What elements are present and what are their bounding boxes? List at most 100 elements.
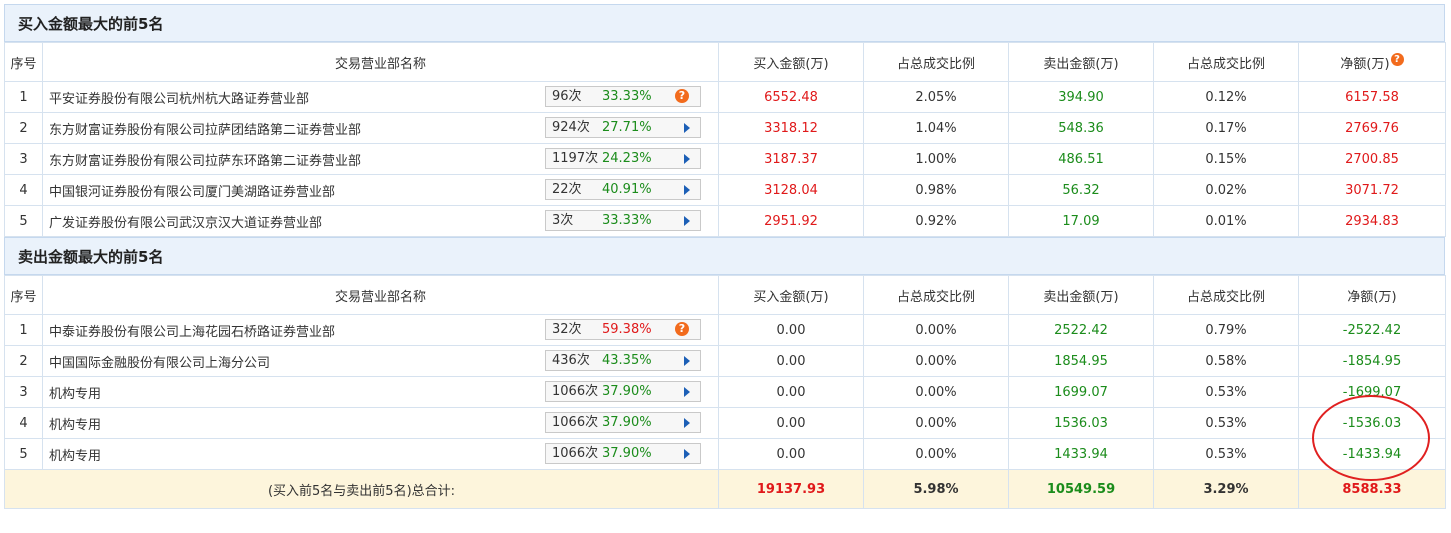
table-row[interactable]: 4 中国银河证券股份有限公司厦门美湖路证券营业部 22次 40.91% 3128.04 0… [4,174,1446,206]
win-rate: 24.23% [602,151,652,166]
play-arrow-icon[interactable] [684,216,690,226]
play-arrow-icon[interactable] [684,418,690,428]
branch-name[interactable]: 机构专用 [49,445,101,464]
branch-name-cell: 中国银河证券股份有限公司厦门美湖路证券营业部 22次 40.91% [42,174,719,206]
branch-stat-box[interactable]: 22次 40.91% [545,179,701,200]
table-row[interactable]: 3 机构专用 1066次 37.90% 0.00 0.00% 1699.07 0.53% -16… [4,376,1446,408]
sell-amount-cell: 548.36 [1008,112,1154,144]
header-buy-ratio: 占总成交比例 [863,42,1009,82]
buy-header-row: 序号 交易营业部名称 买入金额(万) 占总成交比例 卖出金额(万) 占总成交比例… [4,42,1446,82]
buy-ratio-cell: 1.00% [863,143,1009,175]
branch-stat-box[interactable]: 96次 33.33%? [545,86,701,107]
sell-amount-cell: 1699.07 [1008,376,1154,408]
header-sell-ratio: 占总成交比例 [1153,42,1299,82]
play-arrow-icon[interactable] [684,154,690,164]
total-label: (买入前5名与卖出前5名)总合计: [4,469,719,509]
net-amount-cell: -2522.42 [1298,314,1446,346]
rank-cell: 2 [4,112,43,144]
buy-ratio-cell: 0.00% [863,407,1009,439]
table-row[interactable]: 1 平安证券股份有限公司杭州杭大路证券营业部 96次 33.33%? 6552.48 2.… [4,81,1446,113]
branch-name[interactable]: 中泰证券股份有限公司上海花园石桥路证券营业部 [49,321,335,340]
dragon-tiger-board: 买入金额最大的前5名 序号 交易营业部名称 买入金额(万) 占总成交比例 卖出金… [4,4,1446,509]
branch-stat-box[interactable]: 3次 33.33% [545,210,701,231]
play-arrow-icon[interactable] [684,123,690,133]
sell-amount-cell: 486.51 [1008,143,1154,175]
total-net: 8588.33 [1298,469,1446,509]
branch-name[interactable]: 东方财富证券股份有限公司拉萨东环路第二证券营业部 [49,150,361,169]
sell-ratio-cell: 0.79% [1153,314,1299,346]
branch-stat-box[interactable]: 924次 27.71% [545,117,701,138]
branch-name[interactable]: 机构专用 [49,383,101,402]
branch-stat-box[interactable]: 436次 43.35% [545,350,701,371]
question-circle-icon[interactable]: ? [1390,52,1404,66]
table-row[interactable]: 4 机构专用 1066次 37.90% 0.00 0.00% 1536.03 0.53% -15… [4,407,1446,439]
branch-name[interactable]: 东方财富证券股份有限公司拉萨团结路第二证券营业部 [49,119,361,138]
win-rate: 37.90% [602,384,652,399]
win-rate: 43.35% [602,353,652,368]
header-branch-name: 交易营业部名称 [42,275,719,315]
buy-table: 序号 交易营业部名称 买入金额(万) 占总成交比例 卖出金额(万) 占总成交比例… [4,42,1446,237]
branch-name[interactable]: 平安证券股份有限公司杭州杭大路证券营业部 [49,88,309,107]
appearance-count: 22次 [552,182,582,197]
question-circle-icon[interactable]: ? [675,89,689,103]
sell-table: 序号 交易营业部名称 买入金额(万) 占总成交比例 卖出金额(万) 占总成交比例… [4,275,1446,509]
table-row[interactable]: 2 中国国际金融股份有限公司上海分公司 436次 43.35% 0.00 0.00% 185… [4,345,1446,377]
total-row: (买入前5名与卖出前5名)总合计: 19137.93 5.98% 10549.5… [4,469,1446,509]
branch-name[interactable]: 广发证券股份有限公司武汉京汉大道证券营业部 [49,212,322,231]
branch-name-cell: 东方财富证券股份有限公司拉萨东环路第二证券营业部 1197次 24.23% [42,143,719,175]
header-branch-name: 交易营业部名称 [42,42,719,82]
rank-cell: 1 [4,81,43,113]
branch-stat-box[interactable]: 1066次 37.90% [545,381,701,402]
rank-cell: 3 [4,143,43,175]
sell-ratio-cell: 0.12% [1153,81,1299,113]
table-row[interactable]: 3 东方财富证券股份有限公司拉萨东环路第二证券营业部 1197次 24.23% 3187… [4,143,1446,175]
buy-ratio-cell: 0.98% [863,174,1009,206]
rank-cell: 2 [4,345,43,377]
sell-amount-cell: 17.09 [1008,205,1154,237]
branch-stat-box[interactable]: 32次 59.38%? [545,319,701,340]
branch-name-cell: 机构专用 1066次 37.90% [42,438,719,470]
header-buy-amount: 买入金额(万) [718,42,864,82]
table-row[interactable]: 5 机构专用 1066次 37.90% 0.00 0.00% 1433.94 0.53% -14… [4,438,1446,470]
header-sell-amount: 卖出金额(万) [1008,42,1154,82]
sell-amount-cell: 2522.42 [1008,314,1154,346]
play-arrow-icon[interactable] [684,387,690,397]
question-circle-icon[interactable]: ? [675,322,689,336]
branch-stat-box[interactable]: 1197次 24.23% [545,148,701,169]
header-sell-ratio: 占总成交比例 [1153,275,1299,315]
buy-amount-cell: 3187.37 [718,143,864,175]
play-arrow-icon[interactable] [684,449,690,459]
net-amount-cell: 6157.58 [1298,81,1446,113]
appearance-count: 32次 [552,322,582,337]
table-row[interactable]: 5 广发证券股份有限公司武汉京汉大道证券营业部 3次 33.33% 2951.92 0.9… [4,205,1446,237]
win-rate: 40.91% [602,182,652,197]
buy-amount-cell: 0.00 [718,376,864,408]
branch-name[interactable]: 中国银河证券股份有限公司厦门美湖路证券营业部 [49,181,335,200]
table-row[interactable]: 2 东方财富证券股份有限公司拉萨团结路第二证券营业部 924次 27.71% 3318.… [4,112,1446,144]
appearance-count: 1197次 [552,151,599,166]
branch-name[interactable]: 中国国际金融股份有限公司上海分公司 [49,352,270,371]
branch-stat-box[interactable]: 1066次 37.90% [545,412,701,433]
table-row[interactable]: 1 中泰证券股份有限公司上海花园石桥路证券营业部 32次 59.38%? 0.00 0.0… [4,314,1446,346]
win-rate: 27.71% [602,120,652,135]
appearance-count: 3次 [552,213,574,228]
sell-section-title: 卖出金额最大的前5名 [4,237,1445,275]
net-amount-cell: -1699.07 [1298,376,1446,408]
play-arrow-icon[interactable] [684,185,690,195]
sell-amount-cell: 56.32 [1008,174,1154,206]
branch-stat-box[interactable]: 1066次 37.90% [545,443,701,464]
play-arrow-icon[interactable] [684,356,690,366]
net-amount-cell: -1854.95 [1298,345,1446,377]
buy-amount-cell: 0.00 [718,438,864,470]
total-sell-ratio: 3.29% [1153,469,1299,509]
buy-ratio-cell: 0.92% [863,205,1009,237]
sell-ratio-cell: 0.53% [1153,438,1299,470]
header-net-amount: 净额(万)? [1298,42,1446,82]
sell-ratio-cell: 0.58% [1153,345,1299,377]
buy-amount-cell: 6552.48 [718,81,864,113]
rank-cell: 4 [4,174,43,206]
net-amount-cell: 2769.76 [1298,112,1446,144]
buy-ratio-cell: 0.00% [863,438,1009,470]
win-rate: 33.33% [602,89,652,104]
branch-name[interactable]: 机构专用 [49,414,101,433]
